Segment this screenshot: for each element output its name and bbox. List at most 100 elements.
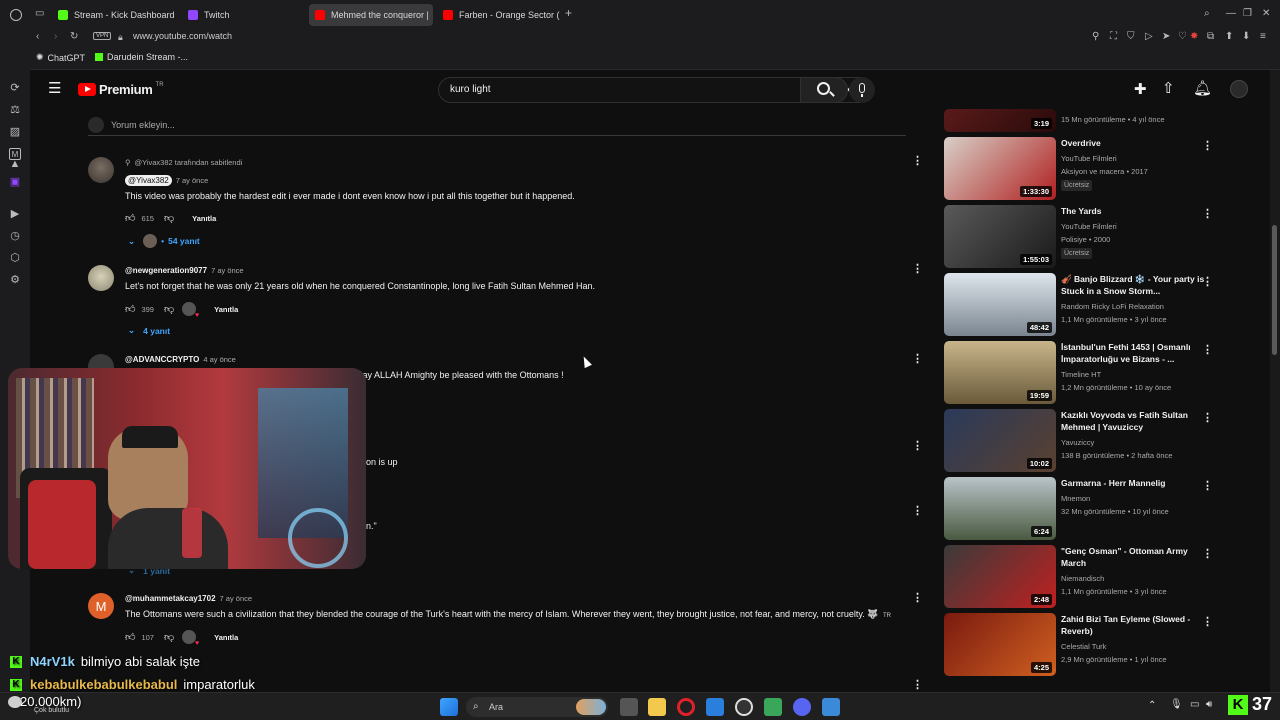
app-blue-icon[interactable] (822, 698, 840, 716)
comment-author[interactable]: @newgeneration9077 (125, 266, 207, 275)
video-title[interactable]: "Genç Osman" - Ottoman Army March (1061, 545, 1213, 569)
comment-time[interactable]: 4 ay önce (203, 355, 236, 364)
download-icon[interactable]: ⬇ (1242, 31, 1250, 43)
twitch-sidebar-icon[interactable]: ▣ (9, 176, 21, 188)
video-title[interactable]: 🎻 Banjo Blizzard ❄️ - Your party is Stuc… (1061, 273, 1213, 297)
recommended-video[interactable]: 10:02 Kazıklı Voyvoda vs Fatih Sultan Meh… (944, 409, 1224, 473)
recommended-video[interactable]: 2:48 "Genç Osman" - Ottoman Army March Nie… (944, 545, 1224, 609)
channel-name[interactable]: Yavuziccy (1061, 438, 1094, 447)
channel-name[interactable]: Random Ricky LoFi Relaxation (1061, 302, 1164, 311)
channel-name[interactable]: YouTube Filmleri (1061, 154, 1117, 163)
hamburger-menu-icon[interactable]: ☰ (48, 81, 61, 96)
video-thumbnail[interactable]: 2:48 (944, 545, 1056, 608)
channel-name[interactable]: Mnemon (1061, 494, 1090, 503)
app-green-icon[interactable] (764, 698, 782, 716)
back-icon[interactable]: ‹ (36, 31, 39, 43)
youtube-logo[interactable]: Premium TR (78, 82, 164, 97)
close-window-icon[interactable]: ✕ (1262, 8, 1270, 20)
search-button[interactable] (800, 77, 848, 103)
video-thumbnail[interactable]: 10:02 (944, 409, 1056, 472)
search-tabs-icon[interactable]: ⌕ (1204, 8, 1210, 20)
reply-button[interactable]: Yanıtla (214, 633, 238, 642)
video-menu-icon[interactable]: ⋮ (1202, 413, 1213, 424)
volume-tray-icon[interactable]: 🔊︎ (1206, 699, 1212, 710)
image-icon[interactable]: ▨ (9, 126, 21, 138)
comment-menu-icon[interactable]: ⋮ (912, 680, 923, 691)
avatar[interactable] (1230, 80, 1248, 98)
player-sidebar-icon[interactable]: ▶ (9, 208, 21, 220)
recommended-video[interactable]: 1:33:30 Overdrive YouTube Filmleri Aksiyon … (944, 137, 1224, 201)
replies-toggle[interactable]: ⌄ 4 yanıt (128, 325, 170, 336)
comment-menu-icon[interactable]: ⋮ (912, 264, 923, 275)
url-field[interactable]: www.youtube.com/watch (133, 31, 232, 41)
settings-icon[interactable]: ⚙ (9, 274, 21, 286)
vpn-badge[interactable]: VPN (93, 32, 112, 40)
video-menu-icon[interactable]: ⋮ (1202, 209, 1213, 220)
add-comment-row[interactable]: Yorum ekleyin... (88, 116, 906, 136)
obs-icon[interactable] (735, 698, 753, 716)
avatar[interactable] (88, 265, 114, 291)
video-title[interactable]: Zahid Bizi Tan Eyleme (Slowed - Reverb) (1061, 613, 1213, 637)
video-title[interactable]: The Yards (1061, 205, 1213, 217)
video-menu-icon[interactable]: ⋮ (1202, 345, 1213, 356)
comment-author[interactable]: @muhammetakcay1702 (125, 594, 216, 603)
file-explorer-icon[interactable] (648, 698, 666, 716)
restore-icon[interactable]: ❐ (1243, 8, 1252, 20)
dislike-icon[interactable]: 👎︎ (164, 212, 174, 224)
channel-name[interactable]: Celestial Turk (1061, 642, 1106, 651)
video-thumbnail[interactable]: 4:25 (944, 613, 1056, 676)
comment-time[interactable]: 7 ay önce (211, 266, 244, 275)
recommended-video[interactable]: 48:42 🎻 Banjo Blizzard ❄️ - Your party is… (944, 273, 1224, 337)
extension-red-icon[interactable]: ✸ (1190, 31, 1198, 43)
comment-author[interactable]: @ADVANCCRYPTO (125, 355, 199, 364)
task-view-icon[interactable] (620, 698, 638, 716)
comment-author[interactable]: @Yivax382 (125, 175, 172, 186)
forward-icon[interactable]: › (54, 31, 57, 43)
channel-name[interactable]: Timeline HT (1061, 370, 1101, 379)
video-menu-icon[interactable]: ⋮ (1202, 141, 1213, 152)
bookmark-darudein[interactable]: Darudein Stream -... (95, 52, 188, 62)
video-thumbnail[interactable]: 1:55:03 (944, 205, 1056, 268)
video-menu-icon[interactable]: ⋮ (1202, 277, 1213, 288)
opera-logo-icon[interactable] (10, 9, 22, 21)
bag-icon[interactable]: ⚖ (9, 104, 21, 116)
video-thumbnail[interactable]: 48:42 (944, 273, 1056, 336)
aria-assistant-icon[interactable]: ▲ (9, 158, 21, 170)
display-tray-icon[interactable]: ▭ (1190, 699, 1199, 710)
video-title[interactable]: Garmarna - Herr Mannelig (1061, 477, 1213, 489)
video-title[interactable]: Kazıklı Voyvoda vs Fatih Sultan Mehmed |… (1061, 409, 1213, 433)
video-thumbnail[interactable]: 6:24 (944, 477, 1056, 540)
comment-menu-icon[interactable]: ⋮ (912, 593, 923, 604)
send-icon[interactable]: ➤ (1162, 31, 1170, 43)
comment-time[interactable]: 7 ay önce (220, 594, 253, 603)
screenshot-icon[interactable]: ⛶ (1110, 31, 1117, 43)
share-icon[interactable]: ⬆ (1225, 31, 1233, 43)
avatar[interactable]: M (88, 593, 114, 619)
video-title[interactable]: Overdrive (1061, 137, 1213, 149)
extensions-icon[interactable]: ⧉ (1207, 31, 1214, 43)
dislike-icon[interactable]: 👎︎ (164, 303, 174, 315)
reply-button[interactable]: Yanıtla (192, 214, 216, 223)
video-thumbnail[interactable]: 3:19 (944, 109, 1056, 132)
minimize-icon[interactable]: — (1226, 8, 1236, 20)
menu-icon[interactable]: ≡ (1260, 31, 1266, 43)
channel-name[interactable]: Niemandisch (1061, 574, 1104, 583)
discord-icon[interactable] (793, 698, 811, 716)
video-menu-icon[interactable]: ⋮ (1202, 549, 1213, 560)
search-input[interactable]: kuro light ✕ (438, 77, 862, 103)
dislike-icon[interactable]: 👎︎ (164, 631, 174, 643)
comment-menu-icon[interactable]: ⋮ (912, 506, 923, 517)
video-menu-icon[interactable]: ⋮ (1202, 481, 1213, 492)
pin-icon[interactable]: ⚲ (1092, 31, 1099, 43)
clock-icon[interactable]: ◷ (9, 230, 21, 242)
video-menu-icon[interactable]: ⋮ (1202, 617, 1213, 628)
windows-start-icon[interactable] (440, 698, 458, 716)
new-tab-button[interactable]: + (565, 7, 572, 19)
cube-icon[interactable]: ⬡ (9, 252, 21, 264)
tab-twitch[interactable]: Twitch (182, 4, 306, 26)
mail-icon[interactable] (706, 698, 724, 716)
tray-chevron-icon[interactable]: ⌃ (1148, 700, 1156, 711)
video-title[interactable]: İstanbul'un Fethi 1453 | Osmanlı İmparat… (1061, 341, 1213, 365)
like-icon[interactable]: 👍︎ (125, 631, 135, 643)
replies-toggle[interactable]: ⌄ • 54 yanıt (128, 234, 200, 248)
